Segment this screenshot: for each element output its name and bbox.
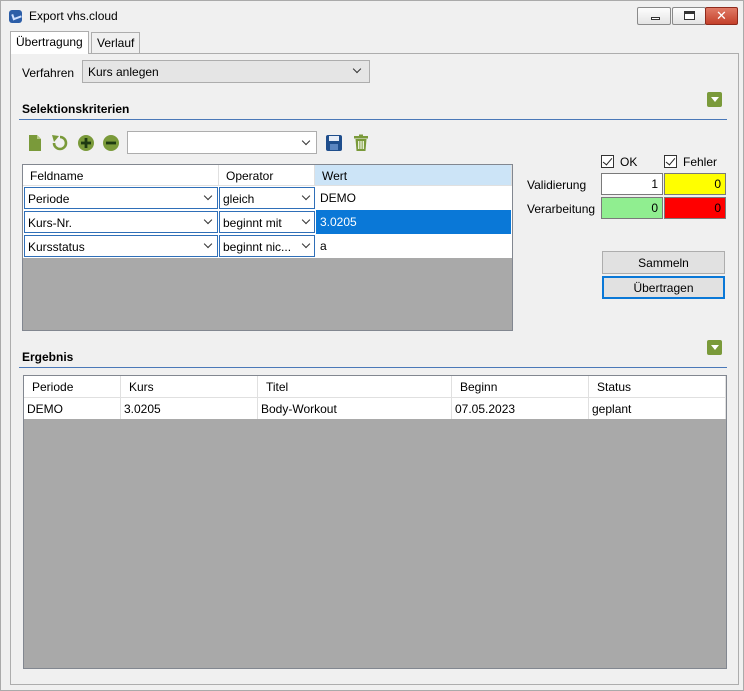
minimize-icon xyxy=(651,17,660,20)
result-cell-kurs[interactable]: 3.0205 xyxy=(121,398,258,419)
collapse-selektion-button[interactable] xyxy=(707,92,722,107)
result-cell-status[interactable]: geplant xyxy=(589,398,726,419)
result-cell-periode[interactable]: DEMO xyxy=(24,398,121,419)
operator-value: gleich xyxy=(223,192,255,206)
wert-cell[interactable]: a xyxy=(316,235,511,257)
result-cell-beginn[interactable]: 07.05.2023 xyxy=(452,398,589,419)
title-bar: Export vhs.cloud ✕ xyxy=(1,1,743,31)
sammeln-button[interactable]: Sammeln xyxy=(602,251,725,274)
column-header-status[interactable]: Status xyxy=(589,376,726,398)
validierung-fehler-count: 0 xyxy=(664,173,726,195)
result-cell-titel[interactable]: Body-Workout xyxy=(258,398,452,419)
verfahren-label: Verfahren xyxy=(22,66,75,80)
wert-value: a xyxy=(320,239,327,253)
undo-icon[interactable] xyxy=(51,134,69,152)
fehler-label: Fehler xyxy=(683,155,718,169)
export-window: Export vhs.cloud ✕ Übertragung Verlauf V… xyxy=(0,0,744,691)
close-icon: ✕ xyxy=(716,8,727,23)
operator-value: beginnt mit xyxy=(223,216,282,230)
window-title: Export vhs.cloud xyxy=(29,9,118,23)
chevron-down-icon xyxy=(203,191,213,201)
tab-uebertragung[interactable]: Übertragung xyxy=(10,31,89,54)
app-logo-icon xyxy=(9,10,22,23)
chevron-down-icon xyxy=(352,64,362,74)
tab-verlauf[interactable]: Verlauf xyxy=(91,32,141,53)
verarbeitung-ok-count: 0 xyxy=(601,197,663,219)
collapse-ergebnis-button[interactable] xyxy=(707,340,722,355)
section-divider xyxy=(19,119,727,120)
verarbeitung-fehler-count: 0 xyxy=(664,197,726,219)
feldname-select[interactable]: Kursstatus xyxy=(24,235,218,257)
ok-checkbox[interactable] xyxy=(601,155,614,168)
selektionskriterien-title: Selektionskriterien xyxy=(22,102,130,116)
feldname-value: Kursstatus xyxy=(28,240,85,254)
validierung-ok-count: 1 xyxy=(601,173,663,195)
verfahren-select[interactable]: Kurs anlegen xyxy=(82,60,370,83)
chevron-down-icon xyxy=(301,215,311,225)
delete-icon[interactable] xyxy=(352,134,370,152)
chevron-down-icon xyxy=(203,239,213,249)
column-header-kurs[interactable]: Kurs xyxy=(121,376,258,398)
operator-select[interactable]: beginnt nic... xyxy=(219,235,315,257)
selection-criteria-grid: Feldname Operator Wert Periode gleich DE… xyxy=(22,164,513,331)
add-icon[interactable] xyxy=(77,134,95,152)
chevron-down-icon xyxy=(203,215,213,225)
remove-icon[interactable] xyxy=(102,134,120,152)
chevron-down-icon xyxy=(301,239,311,249)
validierung-label: Validierung xyxy=(527,178,587,192)
wert-cell[interactable]: DEMO xyxy=(316,187,511,209)
wert-value: 3.0205 xyxy=(320,215,357,229)
maximize-button[interactable] xyxy=(672,7,706,25)
ergebnis-title: Ergebnis xyxy=(22,350,74,364)
close-button[interactable]: ✕ xyxy=(705,7,738,25)
result-grid: Periode Kurs Titel Beginn Status DEMO 3.… xyxy=(23,375,727,669)
chevron-down-icon xyxy=(301,191,311,201)
ok-label: OK xyxy=(620,155,638,169)
feldname-value: Kurs-Nr. xyxy=(28,216,73,230)
column-header-periode[interactable]: Periode xyxy=(24,376,121,398)
operator-select[interactable]: gleich xyxy=(219,187,315,209)
column-header-operator[interactable]: Operator xyxy=(219,165,315,186)
uebertragen-button[interactable]: Übertragen xyxy=(602,276,725,299)
verfahren-selected-value: Kurs anlegen xyxy=(88,65,159,79)
fehler-checkbox[interactable] xyxy=(664,155,677,168)
feldname-value: Periode xyxy=(28,192,70,206)
wert-cell-selected[interactable]: 3.0205 xyxy=(316,210,511,234)
filter-select[interactable] xyxy=(127,131,317,154)
feldname-select[interactable]: Kurs-Nr. xyxy=(24,211,218,233)
verarbeitung-label: Verarbeitung xyxy=(527,202,596,216)
save-icon[interactable] xyxy=(325,134,343,152)
operator-value: beginnt nic... xyxy=(223,240,292,254)
maximize-icon xyxy=(684,11,695,20)
feldname-select[interactable]: Periode xyxy=(24,187,218,209)
column-header-titel[interactable]: Titel xyxy=(258,376,452,398)
operator-select[interactable]: beginnt mit xyxy=(219,211,315,233)
chevron-down-icon xyxy=(301,136,311,146)
wert-value: DEMO xyxy=(320,191,356,205)
column-header-beginn[interactable]: Beginn xyxy=(452,376,589,398)
column-header-feldname[interactable]: Feldname xyxy=(23,165,219,186)
section-divider xyxy=(19,367,727,368)
minimize-button[interactable] xyxy=(637,7,671,25)
new-document-icon[interactable] xyxy=(26,134,44,152)
column-header-wert[interactable]: Wert xyxy=(315,165,512,186)
